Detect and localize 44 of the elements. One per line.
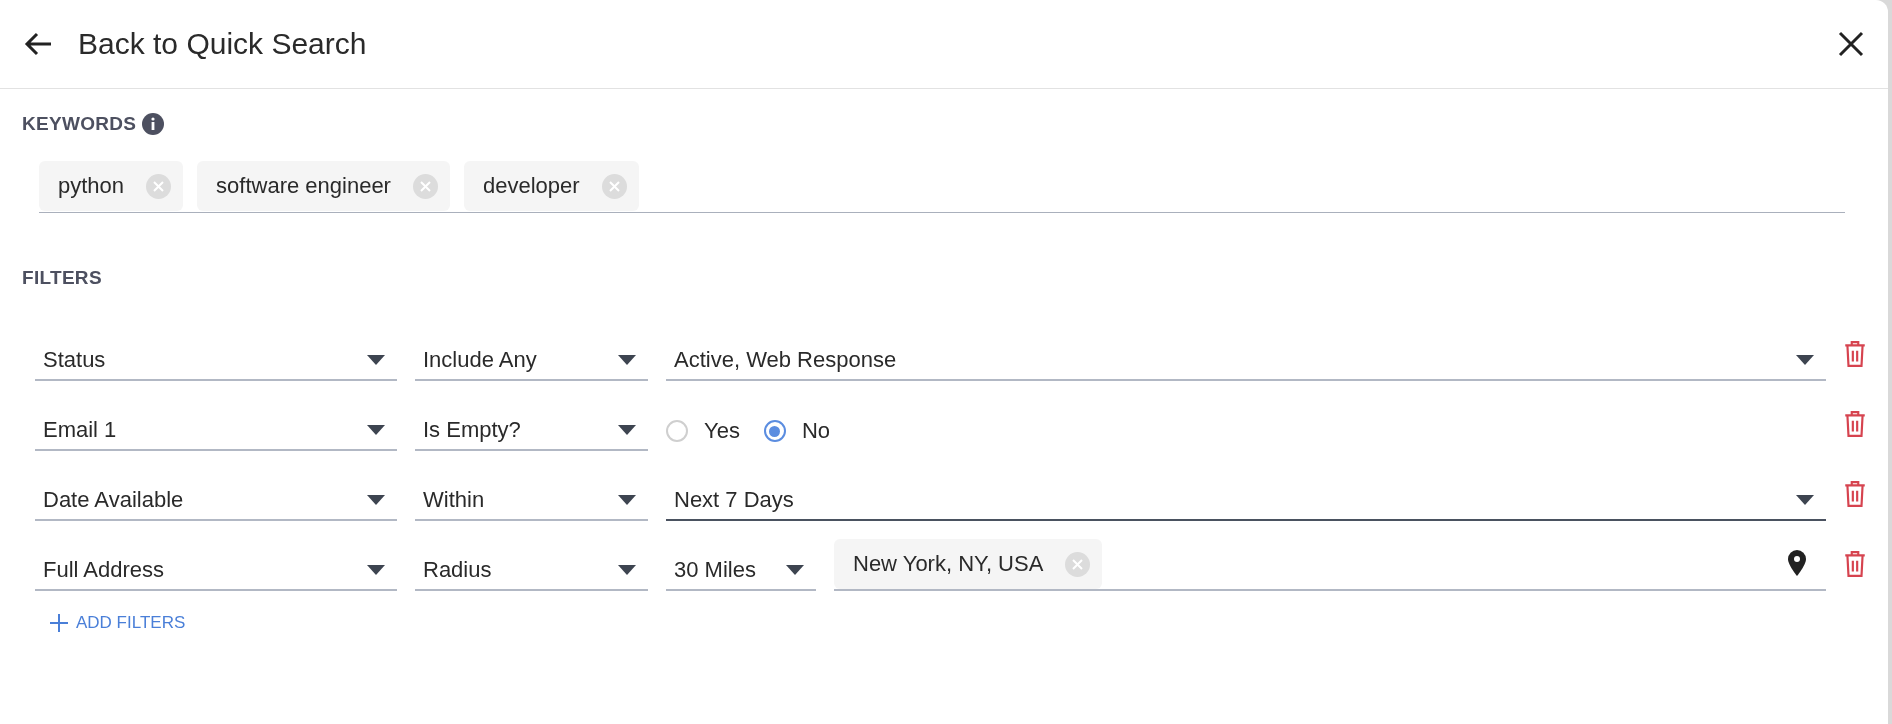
caret-icon (1796, 495, 1814, 505)
field-dropdown[interactable]: Email 1 (35, 411, 397, 451)
caret-icon (786, 565, 804, 575)
chip-label: software engineer (216, 173, 391, 199)
operator-dropdown[interactable]: Within (415, 481, 648, 521)
distance-dropdown[interactable]: 30 Miles (666, 551, 816, 591)
field-dropdown[interactable]: Full Address (35, 551, 397, 591)
operator-dropdown[interactable]: Is Empty? (415, 411, 648, 451)
radio-button[interactable] (763, 420, 786, 442)
operator-dropdown[interactable]: Include Any (415, 341, 648, 381)
caret-icon (618, 425, 636, 435)
caret-icon (367, 565, 385, 575)
caret-icon (618, 565, 636, 575)
delete-icon[interactable] (1844, 551, 1866, 577)
caret-icon (367, 425, 385, 435)
chip-label: New York, NY, USA (853, 551, 1044, 577)
caret-icon (618, 355, 636, 365)
caret-icon (367, 355, 385, 365)
field-dropdown[interactable]: Date Available (35, 481, 397, 521)
back-to-quick-search-link[interactable]: Back to Quick Search (78, 27, 1812, 61)
plus-icon (50, 614, 68, 632)
value-dropdown[interactable]: Next 7 Days (666, 481, 1826, 521)
delete-icon[interactable] (1844, 341, 1866, 367)
radio-option[interactable]: Yes (666, 418, 740, 444)
delete-icon[interactable] (1844, 481, 1866, 507)
radio-button[interactable] (666, 420, 688, 442)
caret-icon (1796, 355, 1814, 365)
section-title: FILTERS (22, 267, 102, 288)
back-arrow-icon[interactable] (24, 32, 52, 56)
operator-dropdown[interactable]: Radius (415, 551, 648, 591)
location-pin-icon[interactable] (1788, 550, 1806, 576)
chip-label: python (58, 173, 125, 199)
caret-icon (367, 495, 385, 505)
value-dropdown[interactable]: Active, Web Response (666, 341, 1826, 381)
close-icon[interactable] (1838, 31, 1864, 57)
delete-icon[interactable] (1844, 411, 1866, 437)
caret-icon (618, 495, 636, 505)
field-dropdown[interactable]: Status (35, 341, 397, 381)
radio-option[interactable]: No (763, 418, 830, 444)
chip-label: developer (482, 173, 580, 199)
add-filters-button[interactable]: ADD FILTERS (50, 613, 186, 633)
location-field[interactable]: New York, NY, USA (834, 539, 1826, 591)
section-title: KEYWORDS (22, 113, 137, 135)
info-icon[interactable] (142, 113, 165, 135)
